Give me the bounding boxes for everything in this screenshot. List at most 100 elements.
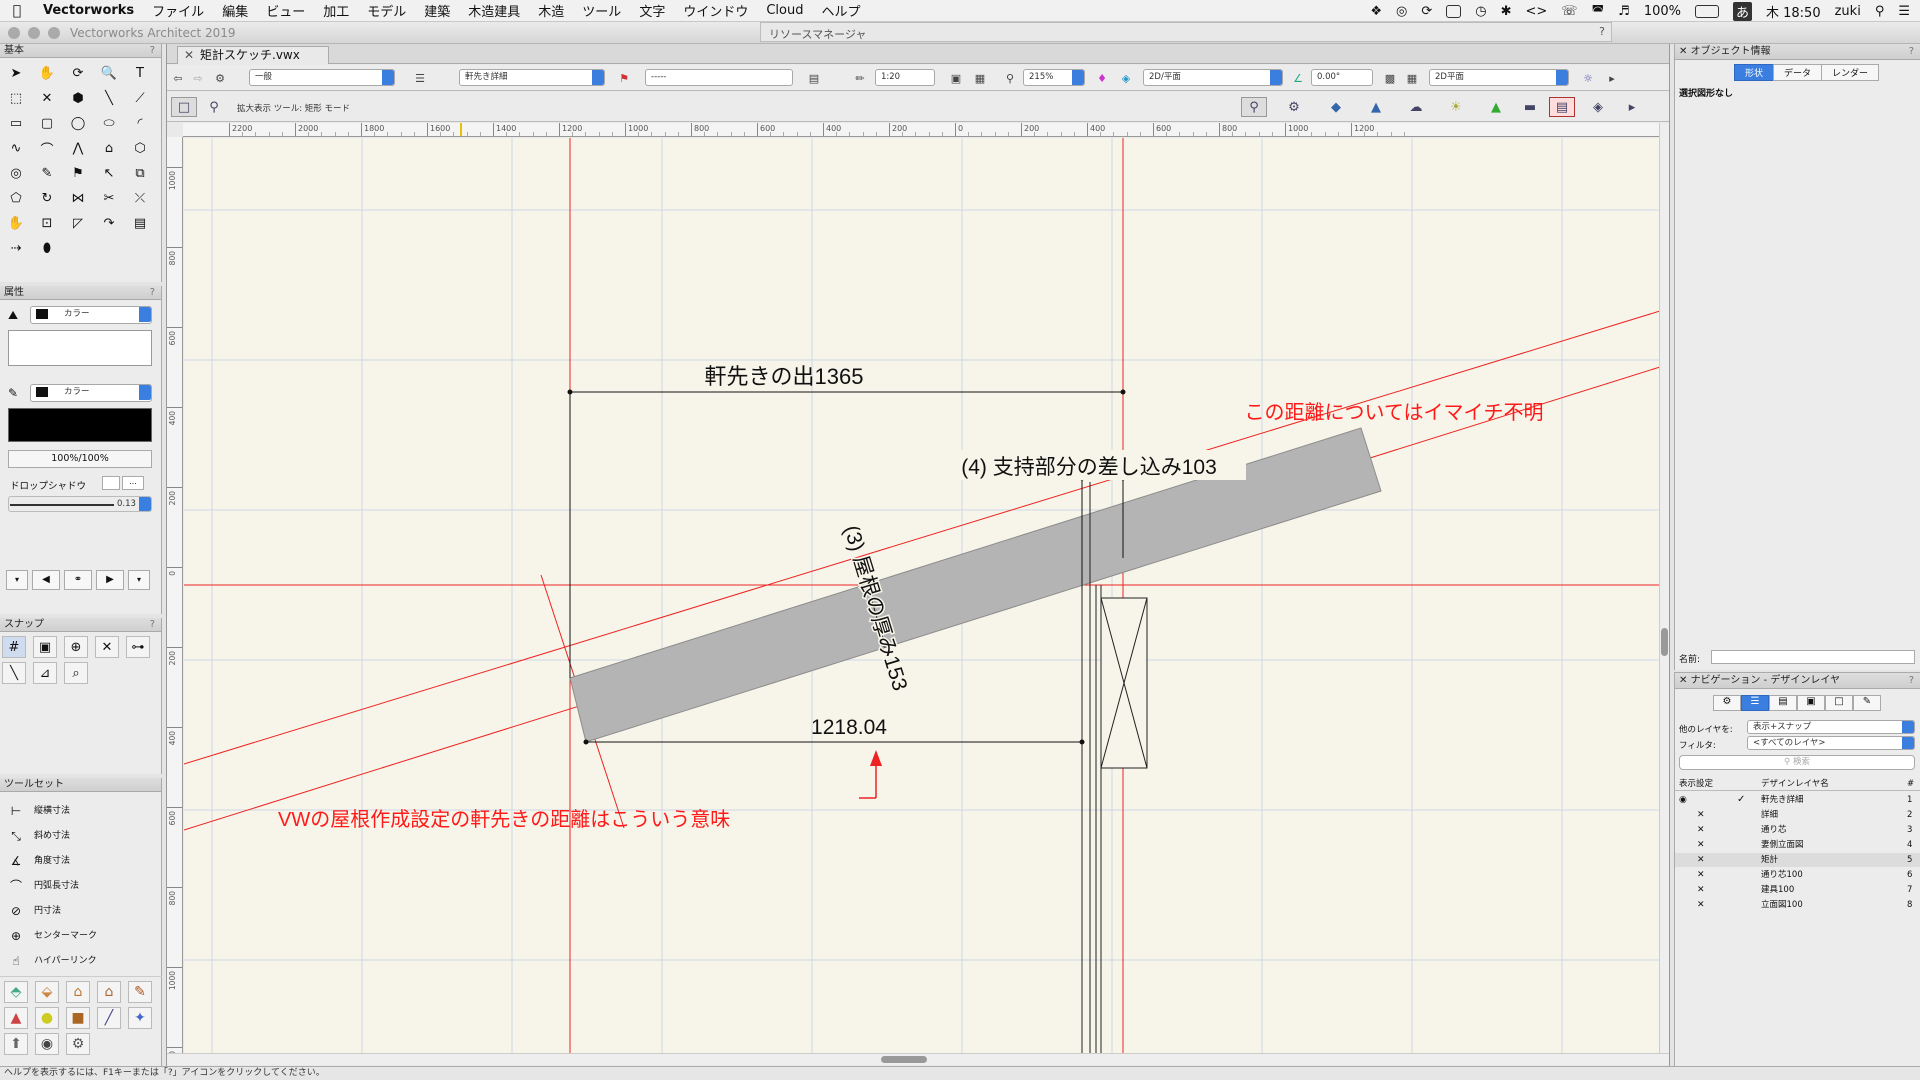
layer-row[interactable]: ✕ 通り芯100 6: [1675, 868, 1920, 882]
pan-tool-icon[interactable]: ✋: [35, 62, 59, 84]
help-icon[interactable]: ?: [1909, 673, 1914, 689]
polyline-tool-icon[interactable]: ⌒: [35, 137, 59, 159]
drawing-canvas[interactable]: 軒先きの出1365 この距離についてはイマイチ不明 (4) 支持部分の差し込み1…: [184, 138, 1660, 1054]
hidden-x-icon[interactable]: ✕: [1697, 898, 1705, 912]
visible-eye-icon[interactable]: ◉: [1679, 793, 1687, 807]
visualization-toolset-icon[interactable]: ●: [35, 1007, 59, 1029]
arrowhead-start-menu[interactable]: ▾: [6, 570, 28, 590]
angle-icon[interactable]: ∠: [1289, 70, 1307, 86]
forward-arrow-icon[interactable]: ⇨: [189, 70, 207, 86]
wood-toolset-icon[interactable]: ╱: [97, 1007, 121, 1029]
snap-loupe-icon[interactable]: ⚲: [1241, 97, 1267, 117]
basic-palette-header[interactable]: 基本?: [0, 44, 161, 58]
tab-shape[interactable]: 形状: [1734, 64, 1775, 81]
layer-options-icon[interactable]: ⚑: [615, 70, 633, 86]
layer-stack-icon[interactable]: ☰: [411, 70, 429, 86]
layer-row[interactable]: ✕ 妻側立面図 4: [1675, 838, 1920, 852]
mirror-tool-icon[interactable]: ⬠: [4, 187, 28, 209]
pen-style-select[interactable]: カラー: [30, 384, 152, 402]
snap-distance-icon[interactable]: ⊶: [126, 636, 150, 658]
menu-help[interactable]: ヘルプ: [812, 1, 869, 20]
toolset-header[interactable]: ツールセット: [0, 778, 161, 792]
horizontal-ruler[interactable]: 2200 2000 1800 1600 1400 1200 1000 800 600 400 200…: [183, 123, 1661, 137]
close-tab-icon[interactable]: ✕: [184, 47, 194, 64]
render-mode-select[interactable]: 2D平面: [1429, 69, 1569, 86]
class-select[interactable]: 一般: [249, 69, 395, 86]
sun-icon[interactable]: ☀: [1443, 97, 1469, 117]
search-input[interactable]: ⚲ 検索: [1679, 755, 1915, 770]
menu-view[interactable]: ビュー: [257, 1, 314, 20]
name-field[interactable]: [1711, 650, 1915, 664]
battery-text[interactable]: 100%: [1644, 4, 1681, 19]
plane-icon[interactable]: ◆: [1323, 97, 1349, 117]
arrowhead-link-icon[interactable]: ⚭: [64, 570, 92, 590]
object-info-header[interactable]: ✕ オブジェクト情報?: [1675, 44, 1920, 60]
tape-measure-tool-icon[interactable]: ⇢: [4, 237, 28, 259]
arrowhead-end-menu[interactable]: ▾: [128, 570, 150, 590]
menu-modify[interactable]: 加工: [314, 1, 358, 20]
close-icon[interactable]: ✕: [1679, 675, 1691, 686]
help-icon[interactable]: ?: [1909, 44, 1914, 60]
view-select[interactable]: 2D/平面: [1143, 69, 1283, 86]
selection-tool-icon[interactable]: ➤: [4, 62, 28, 84]
snap-smart-points-icon[interactable]: ⌕: [64, 662, 88, 684]
protractor-tool-icon[interactable]: ⬮: [35, 237, 59, 259]
line-style-select[interactable]: -----: [645, 69, 793, 86]
dimension-horizontal[interactable]: [583, 739, 1085, 745]
navigation-header[interactable]: ✕ ナビゲーション - デザインレイヤ?: [1675, 673, 1920, 689]
fill-preview[interactable]: [8, 330, 152, 366]
vertical-ruler[interactable]: 1000800600400200020040060080010001200: [167, 137, 183, 1053]
fit-to-objects-icon[interactable]: ▣: [947, 70, 965, 86]
lighting-icon[interactable]: ☼: [1579, 70, 1597, 86]
hyperlink-tool[interactable]: ☝ ハイパーリンク: [0, 950, 160, 972]
tab-render[interactable]: レンダー: [1821, 64, 1880, 81]
zoom-mode-icon[interactable]: ⚲: [201, 97, 227, 117]
help-icon[interactable]: ?: [1599, 25, 1605, 38]
snap-surface-icon[interactable]: ⊿: [33, 662, 57, 684]
offset-tool-icon[interactable]: ⧉: [128, 162, 152, 184]
other-layers-select[interactable]: 表示+スナップ: [1747, 720, 1915, 734]
hidden-x-icon[interactable]: ✕: [1697, 808, 1705, 822]
filter-select[interactable]: <すべてのレイヤ>: [1747, 736, 1915, 750]
image-frame-icon[interactable]: ▤: [1549, 97, 1575, 117]
nav-viewports-icon[interactable]: ▣: [1797, 695, 1825, 711]
tab-data[interactable]: データ: [1773, 64, 1823, 81]
flyover-tool-icon[interactable]: ⟳: [66, 62, 90, 84]
angular-dimension-tool[interactable]: ∡ 角度寸法: [0, 850, 160, 872]
zoom-tool-icon[interactable]: 🔍: [97, 62, 121, 84]
wifi-icon[interactable]: ◚: [1592, 4, 1605, 19]
clip-tool-icon[interactable]: ✋: [4, 212, 28, 234]
layer-row[interactable]: ✕ 立面図100 8: [1675, 898, 1920, 912]
col-visibility[interactable]: 表示設定: [1679, 777, 1713, 791]
regular-polygon-tool-icon[interactable]: ⬡: [128, 137, 152, 159]
machine-design-toolset-icon[interactable]: ⬆: [4, 1033, 28, 1055]
arc-tool-icon[interactable]: ◜: [128, 112, 152, 134]
zoom-icon[interactable]: ⚲: [1001, 70, 1019, 86]
snap-intersection-icon[interactable]: ✕: [95, 636, 119, 658]
flyover-icon[interactable]: ♦: [1093, 70, 1111, 86]
col-layer-name[interactable]: デザインレイヤ名: [1761, 777, 1829, 791]
scale-field[interactable]: 1:20: [875, 69, 935, 86]
hidden-x-icon[interactable]: ✕: [1697, 838, 1705, 852]
back-arrow-icon[interactable]: ⇦: [169, 70, 187, 86]
page-icon[interactable]: ▤: [805, 70, 823, 86]
fit-to-page-icon[interactable]: ▦: [971, 70, 989, 86]
menu-tools[interactable]: ツール: [573, 1, 630, 20]
code-icon[interactable]: <>: [1525, 4, 1547, 19]
menu-model[interactable]: モデル: [358, 1, 415, 20]
window-close-button[interactable]: [8, 27, 20, 39]
menu-text[interactable]: 文字: [630, 1, 674, 20]
fill-style-select[interactable]: カラー: [30, 306, 152, 324]
sync-icon[interactable]: ⟳: [1421, 4, 1432, 19]
horizontal-scrollbar[interactable]: [167, 1053, 1669, 1065]
render-options-icon[interactable]: ▩: [1381, 70, 1399, 86]
zoom-select[interactable]: 215%: [1023, 69, 1085, 86]
arrowhead-start-button[interactable]: ◀: [32, 570, 60, 590]
menu-app[interactable]: Vectorworks: [34, 3, 143, 18]
layer-row[interactable]: ✕ 通り芯 3: [1675, 823, 1920, 837]
ruler-line-icon[interactable]: ▬: [1517, 97, 1543, 117]
working-plane-icon[interactable]: ▲: [1363, 97, 1389, 117]
constrained-dimension-tool[interactable]: ⊢ 縦横寸法: [0, 800, 160, 822]
line-weight-select[interactable]: 0.13: [8, 496, 152, 512]
nav-classes-icon[interactable]: ⚙: [1713, 695, 1741, 711]
